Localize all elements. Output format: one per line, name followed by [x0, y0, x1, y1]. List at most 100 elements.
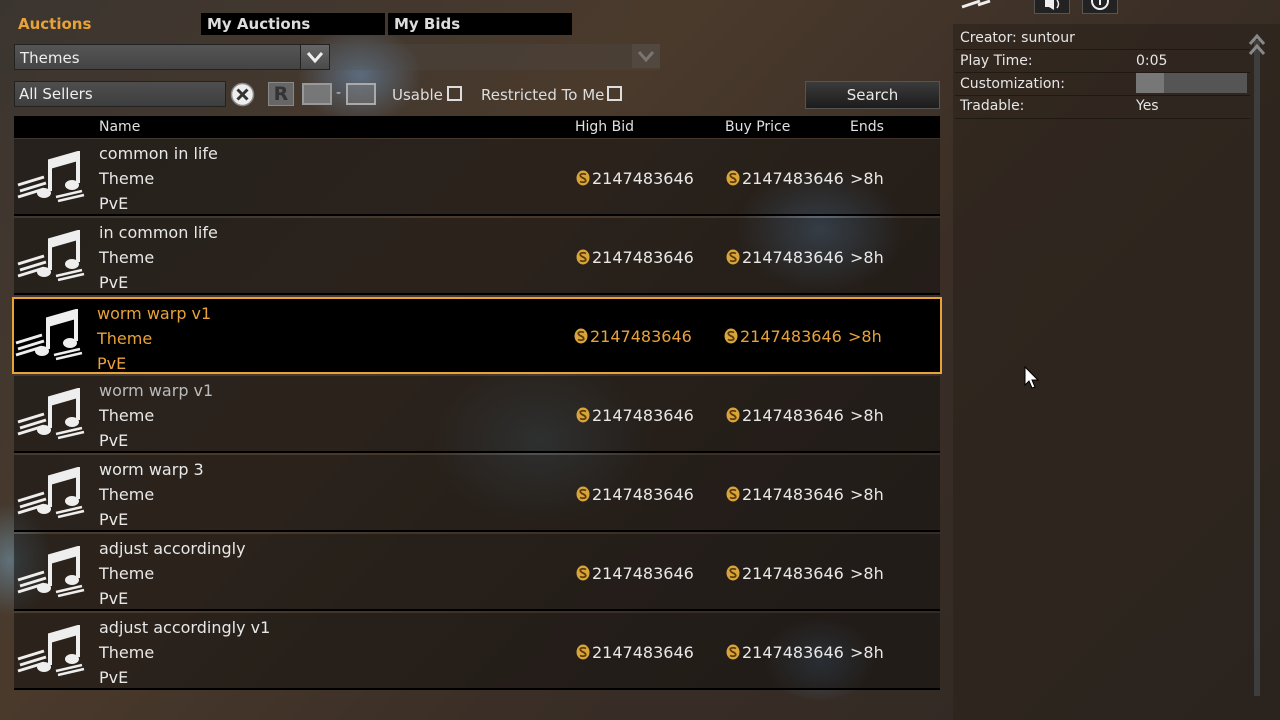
table-row[interactable]: adjust accordingly Theme PvE 2147483646 …: [14, 534, 940, 611]
details-panel: [953, 24, 1280, 720]
item-type: Theme: [99, 248, 155, 267]
creator-text: Creator: suntour: [960, 30, 1075, 46]
high-bid-value: 2147483646: [592, 485, 694, 504]
ends-value: >8h: [850, 643, 884, 662]
usable-label: Usable: [392, 86, 443, 104]
item-mode: PvE: [97, 354, 127, 373]
coin-icon: [574, 328, 588, 344]
buy-price: 2147483646: [724, 327, 842, 346]
tradable-label: Tradable:: [960, 98, 1025, 114]
chevron-down-icon[interactable]: [632, 44, 660, 68]
table-row[interactable]: common in life Theme PvE 2147483646 2147…: [14, 139, 940, 216]
max-level-input[interactable]: [346, 83, 376, 105]
seller-filter-input[interactable]: [14, 81, 226, 107]
table-row[interactable]: worm warp v1 Theme PvE 2147483646 214748…: [14, 376, 940, 453]
play-time-label: Play Time:: [960, 53, 1033, 69]
item-type: Theme: [99, 406, 155, 425]
item-name: worm warp 3: [99, 460, 204, 479]
level-range-dash: -: [336, 85, 342, 101]
item-mode: PvE: [99, 668, 129, 687]
music-note-icon: [14, 309, 86, 361]
restricted-label: Restricted To Me: [481, 86, 605, 104]
music-note-icon: [16, 151, 88, 203]
coin-icon: [576, 249, 590, 265]
category-dropdown[interactable]: Themes: [14, 44, 330, 70]
coin-icon: [726, 249, 740, 265]
ends-value: >8h: [850, 248, 884, 267]
item-mode: PvE: [99, 589, 129, 608]
search-button[interactable]: Search: [805, 81, 940, 109]
table-row[interactable]: in common life Theme PvE 2147483646 2147…: [14, 218, 940, 295]
buy-price-value: 2147483646: [742, 248, 844, 267]
music-note-icon: [16, 230, 88, 282]
item-name: common in life: [99, 144, 218, 163]
high-bid-value: 2147483646: [590, 327, 692, 346]
category-selected: Themes: [20, 49, 80, 67]
high-bid: 2147483646: [576, 406, 694, 425]
table-row[interactable]: worm warp 3 Theme PvE 2147483646 2147483…: [14, 455, 940, 532]
buy-price: 2147483646: [726, 564, 844, 583]
item-name: adjust accordingly: [99, 539, 246, 558]
min-level-input[interactable]: [302, 83, 332, 105]
item-mode: PvE: [99, 431, 129, 450]
divider: [955, 95, 1250, 96]
music-note-icon: [16, 467, 88, 519]
buy-price-value: 2147483646: [742, 169, 844, 188]
buy-price: 2147483646: [726, 169, 844, 188]
high-bid: 2147483646: [576, 643, 694, 662]
item-type: Theme: [97, 329, 153, 348]
music-note-icon: [16, 388, 88, 440]
high-bid: 2147483646: [576, 169, 694, 188]
column-header-name[interactable]: Name: [99, 119, 140, 135]
item-mode: PvE: [99, 194, 129, 213]
customization-bar: [1136, 73, 1247, 93]
table-row[interactable]: adjust accordingly v1 Theme PvE 21474836…: [14, 613, 940, 690]
divider: [955, 118, 1250, 119]
usable-checkbox[interactable]: [447, 86, 462, 101]
column-header-buy-price[interactable]: Buy Price: [725, 119, 790, 135]
item-name: worm warp v1: [99, 381, 214, 400]
chevron-down-icon[interactable]: [300, 45, 329, 69]
buy-price-value: 2147483646: [740, 327, 842, 346]
column-header-ends[interactable]: Ends: [850, 119, 884, 135]
buy-price: 2147483646: [726, 406, 844, 425]
ends-value: >8h: [850, 406, 884, 425]
high-bid: 2147483646: [574, 327, 692, 346]
customization-bar-fill: [1136, 73, 1164, 93]
ends-value: >8h: [850, 169, 884, 188]
divider: [955, 49, 1250, 50]
customization-label: Customization:: [960, 76, 1065, 92]
coin-icon: [576, 644, 590, 660]
details-scrollbar[interactable]: [1254, 40, 1260, 696]
compass-icon[interactable]: [1082, 0, 1118, 14]
item-type: Theme: [99, 485, 155, 504]
tab-auctions[interactable]: Auctions: [12, 13, 198, 35]
item-type: Theme: [99, 643, 155, 662]
tab-my-auctions[interactable]: My Auctions: [201, 13, 385, 35]
coin-icon: [576, 565, 590, 581]
buy-price: 2147483646: [726, 485, 844, 504]
buy-price-value: 2147483646: [742, 564, 844, 583]
auction-list: common in life Theme PvE 2147483646 2147…: [12, 139, 942, 692]
high-bid: 2147483646: [576, 485, 694, 504]
high-bid-value: 2147483646: [592, 248, 694, 267]
clear-icon[interactable]: [230, 82, 255, 107]
table-row-selected[interactable]: worm warp v1 Theme PvE 2147483646 214748…: [12, 297, 942, 374]
tab-my-bids[interactable]: My Bids: [388, 13, 572, 35]
buy-price-value: 2147483646: [742, 485, 844, 504]
player-icon[interactable]: [958, 0, 1008, 14]
restricted-checkbox[interactable]: [607, 86, 622, 101]
rarity-button[interactable]: R: [268, 82, 294, 106]
high-bid: 2147483646: [576, 564, 694, 583]
subcategory-dropdown[interactable]: [330, 44, 660, 70]
scroll-up-icon[interactable]: [1247, 30, 1267, 62]
buy-price-value: 2147483646: [742, 643, 844, 662]
column-header-high-bid[interactable]: High Bid: [575, 119, 634, 135]
mouse-cursor-icon: [1024, 366, 1040, 389]
coin-icon: [576, 486, 590, 502]
high-bid-value: 2147483646: [592, 643, 694, 662]
coin-icon: [726, 486, 740, 502]
speaker-icon[interactable]: [1034, 0, 1070, 14]
buy-price: 2147483646: [726, 643, 844, 662]
item-mode: PvE: [99, 510, 129, 529]
